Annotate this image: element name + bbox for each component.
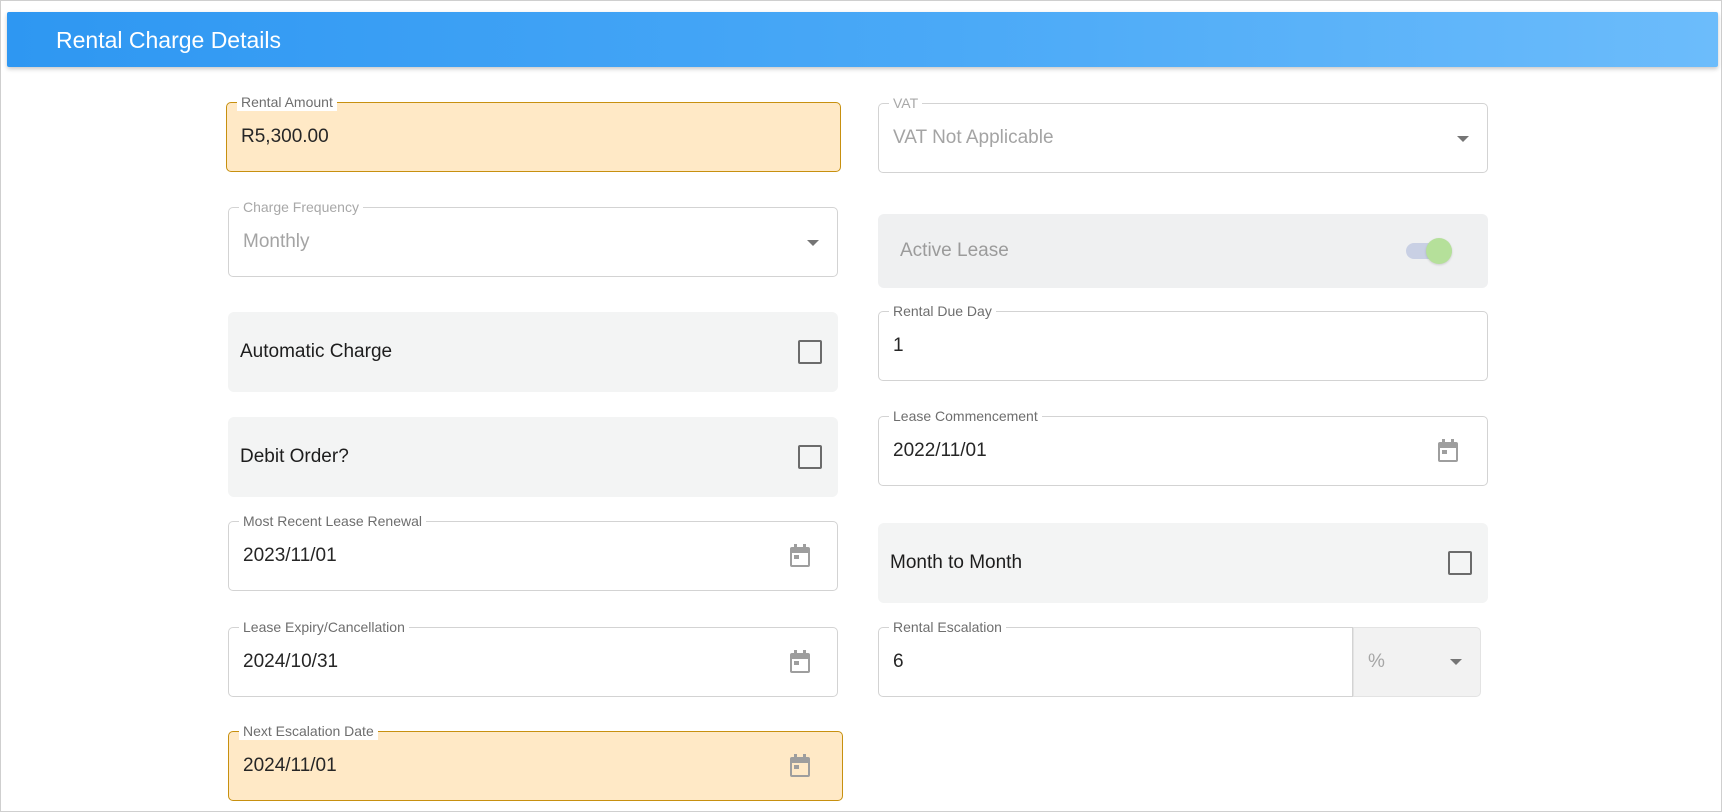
next-escalation-date-value: 2024/11/01 xyxy=(243,755,337,776)
vat-value: VAT Not Applicable xyxy=(893,127,1054,148)
calendar-icon[interactable] xyxy=(789,544,811,568)
rental-amount-value: R5,300.00 xyxy=(241,126,329,147)
debit-order-label: Debit Order? xyxy=(240,446,349,467)
rental-escalation-value: 6 xyxy=(893,651,904,672)
lease-expiry-field[interactable]: Lease Expiry/Cancellation 2024/10/31 xyxy=(228,618,838,697)
chevron-down-icon xyxy=(1457,136,1469,142)
lease-commencement-value: 2022/11/01 xyxy=(893,440,987,461)
rental-amount-label: Rental Amount xyxy=(237,93,337,111)
calendar-icon[interactable] xyxy=(789,650,811,674)
lease-expiry-value: 2024/10/31 xyxy=(243,651,339,672)
charge-frequency-value: Monthly xyxy=(243,231,310,252)
lease-commencement-label: Lease Commencement xyxy=(889,407,1042,425)
debit-order-checkbox[interactable] xyxy=(798,445,822,469)
rental-escalation-field[interactable]: Rental Escalation 6 xyxy=(878,618,1353,697)
month-to-month-panel: Month to Month xyxy=(878,523,1488,603)
charge-frequency-label: Charge Frequency xyxy=(239,198,363,216)
escalation-unit-value: % xyxy=(1368,651,1385,672)
most-recent-lease-renewal-label: Most Recent Lease Renewal xyxy=(239,512,426,530)
next-escalation-date-field[interactable]: Next Escalation Date 2024/11/01 xyxy=(228,722,843,801)
rental-due-day-label: Rental Due Day xyxy=(889,302,996,320)
calendar-icon[interactable] xyxy=(1437,439,1459,463)
section-header: Rental Charge Details xyxy=(7,12,1718,67)
section-title: Rental Charge Details xyxy=(56,27,282,53)
automatic-charge-panel: Automatic Charge xyxy=(228,312,838,392)
active-lease-panel: Active Lease xyxy=(878,214,1488,288)
next-escalation-date-label: Next Escalation Date xyxy=(239,722,378,740)
most-recent-lease-renewal-field[interactable]: Most Recent Lease Renewal 2023/11/01 xyxy=(228,512,838,591)
rental-due-day-field[interactable]: Rental Due Day 1 xyxy=(878,302,1488,381)
rental-amount-field[interactable]: Rental Amount R5,300.00 xyxy=(226,93,841,172)
month-to-month-label: Month to Month xyxy=(890,552,1023,573)
debit-order-panel: Debit Order? xyxy=(228,417,838,497)
rental-due-day-value: 1 xyxy=(893,335,904,356)
escalation-unit-select[interactable]: % xyxy=(1353,627,1481,697)
month-to-month-checkbox[interactable] xyxy=(1448,551,1472,575)
toggle-knob xyxy=(1426,238,1452,264)
chevron-down-icon xyxy=(1450,659,1462,665)
lease-commencement-field[interactable]: Lease Commencement 2022/11/01 xyxy=(878,407,1488,486)
page-frame: Rental Charge Details Rental Amount R5,3… xyxy=(0,0,1722,812)
vat-label: VAT xyxy=(889,94,923,112)
chevron-down-icon xyxy=(807,240,819,246)
calendar-icon[interactable] xyxy=(789,754,811,778)
vat-select[interactable]: VAT VAT Not Applicable xyxy=(878,94,1488,173)
most-recent-lease-renewal-value: 2023/11/01 xyxy=(243,545,337,566)
automatic-charge-label: Automatic Charge xyxy=(240,341,393,362)
automatic-charge-checkbox[interactable] xyxy=(798,340,822,364)
active-lease-label: Active Lease xyxy=(900,240,1009,261)
lease-expiry-label: Lease Expiry/Cancellation xyxy=(239,618,409,636)
charge-frequency-select[interactable]: Charge Frequency Monthly xyxy=(228,198,838,277)
rental-escalation-label: Rental Escalation xyxy=(889,618,1006,636)
